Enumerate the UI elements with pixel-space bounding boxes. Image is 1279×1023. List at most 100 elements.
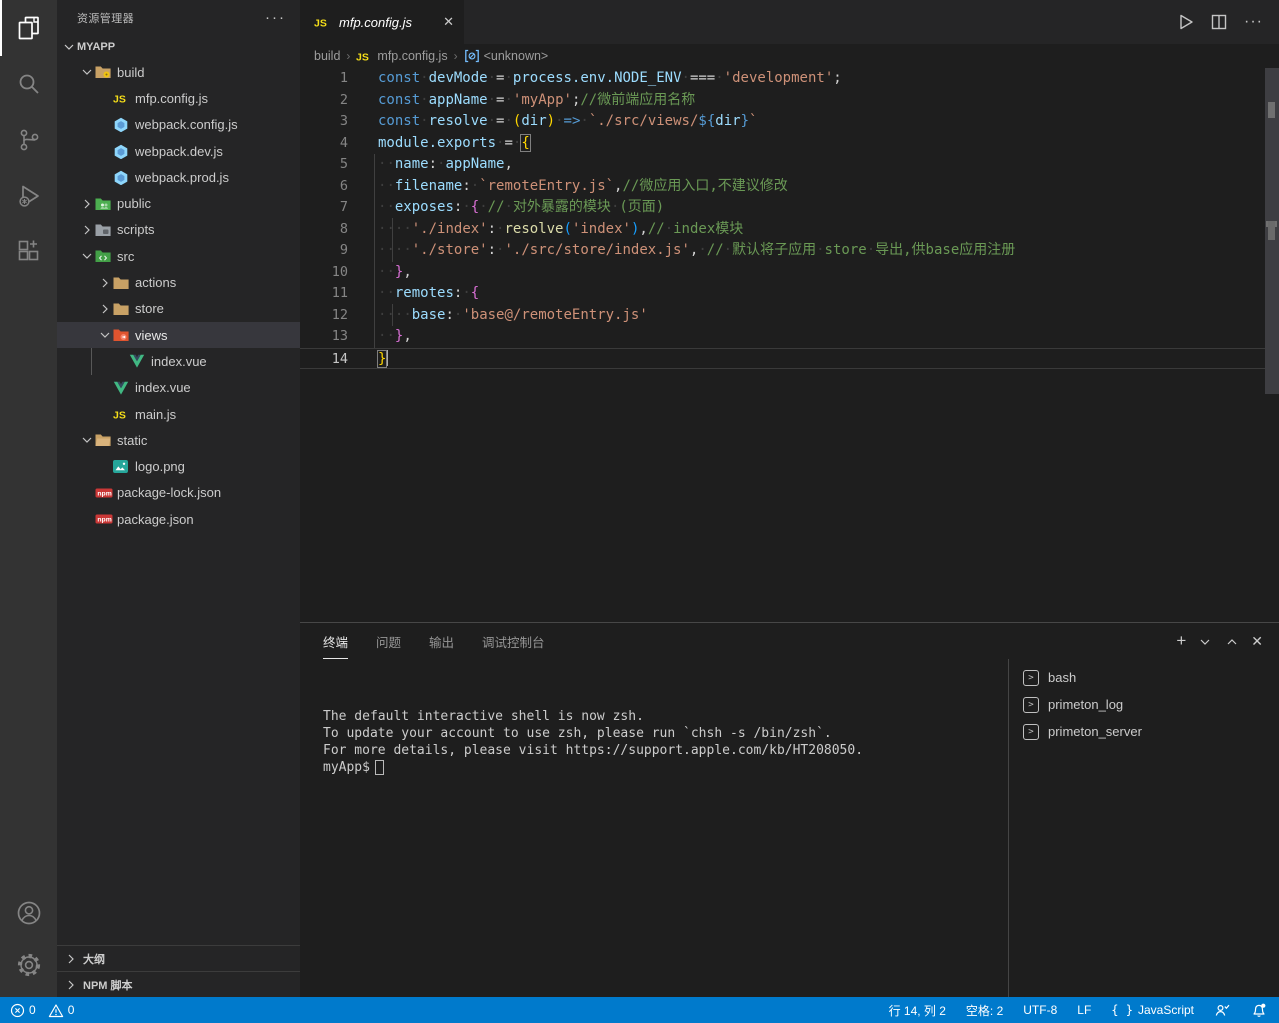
tree-item-package-json[interactable]: npmpackage.json: [57, 506, 300, 532]
npm-icon: npm: [95, 513, 117, 525]
code-line-3: 3const·resolve·=·(dir)·=>·`./src/views/$…: [300, 111, 1279, 133]
tree-item-public[interactable]: public: [57, 190, 300, 216]
panel-actions: +✕: [1176, 632, 1263, 651]
terminal-icon: >: [1023, 724, 1039, 740]
tree-item-webpack-config-js[interactable]: webpack.config.js: [57, 112, 300, 138]
problems-status[interactable]: 0 0: [10, 1003, 74, 1018]
cursor-position-status[interactable]: 行 14, 列 2: [889, 1002, 946, 1019]
more-icon: ···: [1244, 13, 1263, 31]
tree-item-static[interactable]: static: [57, 427, 300, 453]
activity-bar-bottom-items: [0, 887, 57, 991]
encoding-status[interactable]: UTF-8: [1023, 1003, 1057, 1017]
chevron-down-icon: [79, 64, 95, 80]
activity-bar-source-control[interactable]: [0, 112, 57, 168]
close-icon: ✕: [1251, 633, 1263, 651]
activity-bar-search[interactable]: [0, 56, 57, 112]
tree-item-label: index.vue: [135, 380, 191, 395]
tree-item-store[interactable]: store: [57, 296, 300, 322]
activity-bar-settings[interactable]: [0, 939, 57, 991]
explorer-more-actions-icon[interactable]: ···: [265, 9, 286, 26]
warning-count: 0: [68, 1003, 75, 1017]
run-icon: [1176, 13, 1194, 31]
tree-item-logo-png[interactable]: logo.png: [57, 453, 300, 479]
chevron-right-icon: [63, 951, 79, 967]
tree-item-mfp-config-js[interactable]: JSmfp.config.js: [57, 85, 300, 111]
activity-bar-run-debug[interactable]: [0, 168, 57, 224]
code-editor[interactable]: 1const·devMode·=·process.env.NODE_ENV·==…: [300, 68, 1279, 622]
tree-item-label: webpack.prod.js: [135, 170, 229, 185]
activity-bar: [0, 0, 57, 997]
project-root-header[interactable]: MYAPP: [57, 35, 300, 59]
code-line-7: 7··exposes:·{·//·对外暴露的模块·(页面): [300, 197, 1279, 219]
code-line-13: 13··},: [300, 326, 1279, 348]
tree-item-actions[interactable]: actions: [57, 269, 300, 295]
chevron-right-icon: [97, 275, 113, 291]
tree-item-webpack-dev-js[interactable]: webpack.dev.js: [57, 138, 300, 164]
tree-item-package-lock-json[interactable]: npmpackage-lock.json: [57, 480, 300, 506]
code-line-8: 8····'./index':·resolve('index'),//·inde…: [300, 219, 1279, 241]
tree-item-main-js[interactable]: JSmain.js: [57, 401, 300, 427]
tree-item-build[interactable]: build: [57, 59, 300, 85]
code-line-12: 12····base:·'base@/remoteEntry.js': [300, 305, 1279, 327]
run-button[interactable]: [1176, 13, 1194, 31]
svg-text:JS: JS: [113, 94, 126, 106]
tree-item-label: store: [135, 301, 164, 316]
notifications-bell-icon[interactable]: [1251, 1002, 1267, 1018]
language-status[interactable]: { } JavaScript: [1111, 1003, 1194, 1017]
folder-build-icon: [95, 65, 117, 79]
editor-scrollbar[interactable]: [1265, 68, 1279, 394]
tree-item-webpack-prod-js[interactable]: webpack.prod.js: [57, 164, 300, 190]
code-line-5: 5··name:·appName,: [300, 154, 1279, 176]
braces-icon: { }: [1111, 1003, 1133, 1017]
tree-item-scripts[interactable]: scripts: [57, 217, 300, 243]
breadcrumb-separator: ›: [346, 49, 350, 63]
terminal-dropdown-button[interactable]: [1197, 634, 1213, 650]
tree-item-src[interactable]: src: [57, 243, 300, 269]
new-terminal-button[interactable]: +: [1176, 632, 1186, 651]
close-tab-icon[interactable]: ✕: [443, 14, 454, 30]
maximize-panel-button[interactable]: [1224, 634, 1240, 650]
section-大纲[interactable]: 大纲: [57, 945, 300, 971]
tree-item-label: webpack.dev.js: [135, 144, 223, 159]
tree-item-views[interactable]: views: [57, 322, 300, 348]
section-label: 大纲: [83, 951, 105, 967]
terminal-list-item-primeton_log[interactable]: >primeton_log: [1009, 691, 1279, 718]
chevron-down-icon: [61, 39, 77, 55]
tree-item-index-vue[interactable]: index.vue: [57, 348, 300, 374]
feedback-icon[interactable]: [1214, 1002, 1231, 1018]
close-panel-button[interactable]: ✕: [1251, 633, 1263, 651]
panel-tab-终端[interactable]: 终端: [323, 623, 348, 659]
breadcrumb-item[interactable]: build: [314, 49, 340, 63]
chevron-right-icon: [63, 977, 79, 993]
terminal-icon: >: [1023, 697, 1039, 713]
eol-status[interactable]: LF: [1077, 1003, 1091, 1017]
tree-item-index-vue[interactable]: index.vue: [57, 375, 300, 401]
panel-tabs: 终端问题输出调试控制台: [300, 623, 1279, 659]
panel-tab-调试控制台[interactable]: 调试控制台: [482, 623, 545, 659]
chevron-right-icon: [97, 301, 113, 317]
terminal-list-item-bash[interactable]: >bash: [1009, 664, 1279, 691]
js-icon: JS: [113, 91, 135, 105]
breadcrumb-item[interactable]: JSmfp.config.js: [356, 49, 447, 63]
panel-tab-问题[interactable]: 问题: [376, 623, 401, 659]
activity-bar-extensions[interactable]: [0, 224, 57, 280]
search-icon: [16, 71, 42, 97]
folder-static-icon: [95, 433, 117, 447]
split-editor-button[interactable]: [1210, 13, 1228, 31]
vue-icon: [113, 381, 135, 395]
section-npm-脚本[interactable]: NPM 脚本: [57, 971, 300, 997]
more-actions-button[interactable]: ···: [1244, 13, 1263, 31]
tab-mfp-config-js[interactable]: JS mfp.config.js ✕: [300, 0, 464, 44]
activity-bar-explorer[interactable]: [0, 0, 57, 56]
webpack-icon: [113, 144, 135, 159]
overview-ruler-mark: [1268, 102, 1275, 118]
panel-tab-输出[interactable]: 输出: [429, 623, 454, 659]
activity-bar-account[interactable]: [0, 887, 57, 939]
terminal-list-item-primeton_server[interactable]: >primeton_server: [1009, 718, 1279, 745]
indentation-status[interactable]: 空格: 2: [966, 1002, 1003, 1019]
tree-item-label: build: [117, 65, 144, 80]
terminal-output[interactable]: The default interactive shell is now zsh…: [323, 708, 863, 776]
breadcrumb-item[interactable]: <unknown>: [464, 49, 549, 63]
breadcrumb-label: <unknown>: [484, 49, 549, 63]
npm-icon: npm: [95, 487, 117, 499]
